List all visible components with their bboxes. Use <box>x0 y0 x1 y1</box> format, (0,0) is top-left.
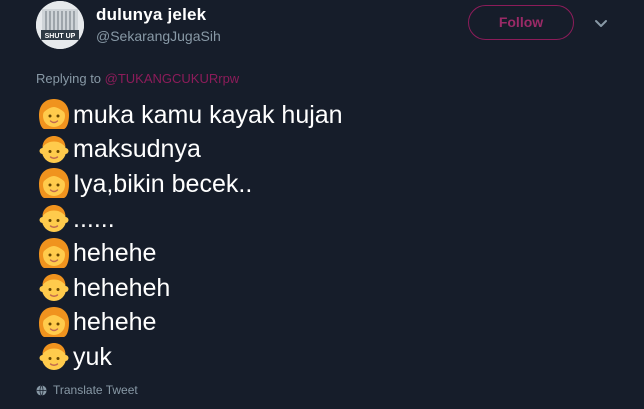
translate-tweet-link[interactable]: Translate Tweet <box>36 383 138 397</box>
tweet-line-text: Iya,bikin becek.. <box>73 169 253 198</box>
tweet-line: hehehe <box>36 306 343 341</box>
tweet-line: yuk <box>36 340 343 375</box>
replying-to: Replying to @TUKANGCUKURrpw <box>36 71 239 86</box>
user-handle[interactable]: @SekarangJugaSih <box>96 28 221 44</box>
tweet-card: SHUT UP dulunya jelek @SekarangJugaSih F… <box>0 0 644 409</box>
tweet-line: heheheh <box>36 271 343 306</box>
tweet-text: muka kamu kayak hujan maksudnya Iya,bikin … <box>36 98 343 375</box>
replying-to-label: Replying to <box>36 71 105 86</box>
woman-emoji <box>36 237 72 271</box>
man-emoji <box>36 202 72 236</box>
man-emoji <box>36 340 72 374</box>
tweet-line-text: hehehe <box>73 308 157 337</box>
display-name[interactable]: dulunya jelek <box>96 5 206 25</box>
avatar-text: SHUT UP <box>45 33 76 40</box>
woman-emoji <box>36 306 72 340</box>
tweet-line: Iya,bikin becek.. <box>36 167 343 202</box>
avatar[interactable]: SHUT UP <box>36 1 84 49</box>
tweet-line-text: hehehe <box>73 239 157 268</box>
tweet-line: muka kamu kayak hujan <box>36 98 343 133</box>
tweet-line-text: heheheh <box>73 273 171 302</box>
tweet-line: maksudnya <box>36 133 343 168</box>
tweet-line: hehehe <box>36 236 343 271</box>
man-emoji <box>36 133 72 167</box>
chevron-down-icon[interactable] <box>591 14 611 34</box>
woman-emoji <box>36 167 72 201</box>
avatar-image: SHUT UP <box>36 1 84 49</box>
tweet-line-text: maksudnya <box>73 135 201 164</box>
tweet-line-text: yuk <box>73 342 112 371</box>
tweet-line-text: ...... <box>73 204 115 233</box>
man-emoji <box>36 271 72 305</box>
woman-emoji <box>36 98 72 132</box>
globe-icon <box>36 384 47 396</box>
follow-button[interactable]: Follow <box>468 5 574 40</box>
tweet-line: ...... <box>36 202 343 237</box>
reply-mention-link[interactable]: @TUKANGCUKURrpw <box>105 71 240 86</box>
translate-tweet-label: Translate Tweet <box>53 383 138 397</box>
tweet-line-text: muka kamu kayak hujan <box>73 100 343 129</box>
